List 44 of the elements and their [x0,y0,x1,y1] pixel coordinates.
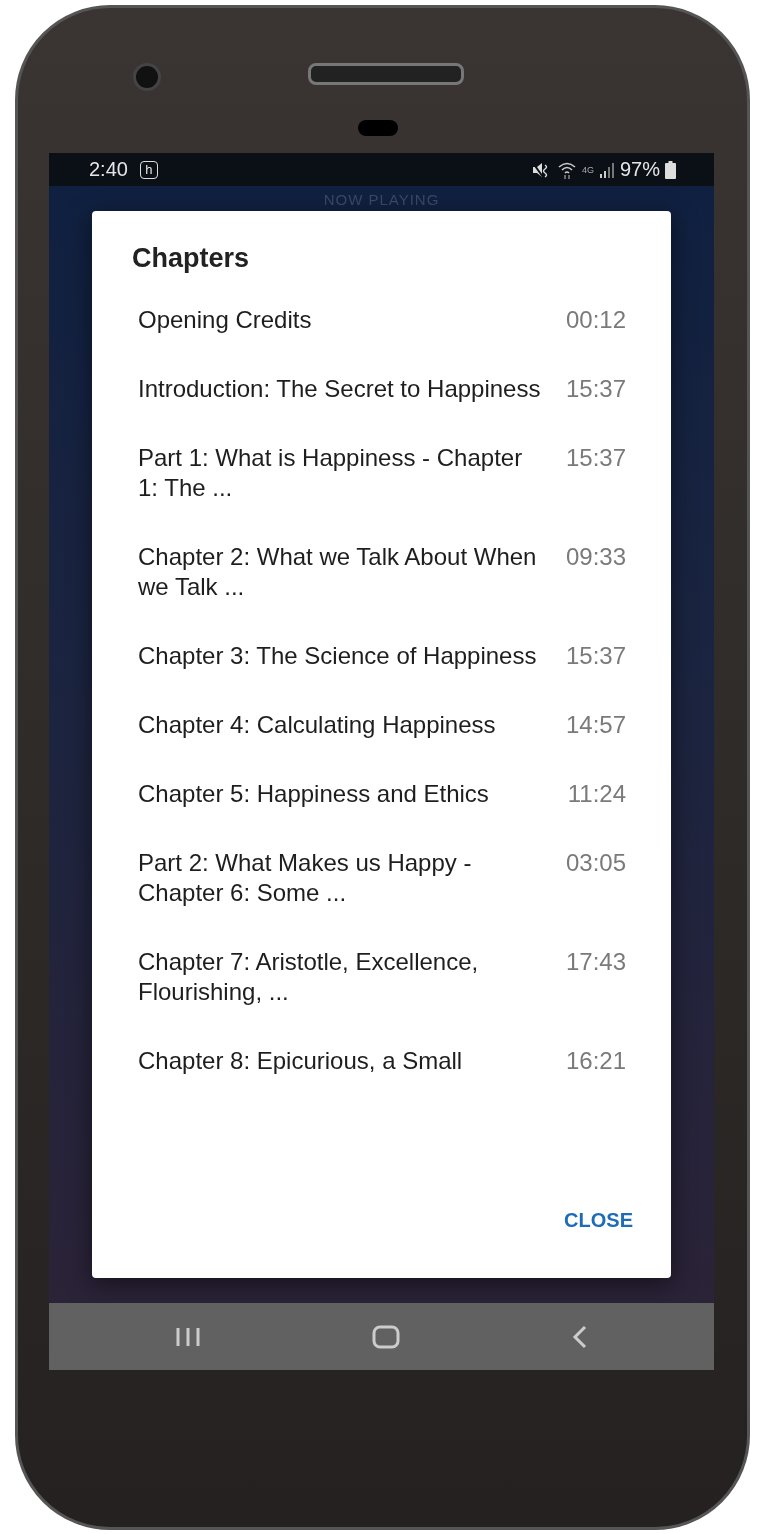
chapter-duration: 11:24 [567,779,626,809]
chapter-list-item[interactable]: Chapter 2: What we Talk About When we Talk ... 09:33 [138,542,626,641]
chapter-list-item[interactable]: Chapter 8: Epicurious, a Small 16:21 [138,1046,626,1115]
close-button[interactable]: CLOSE [564,1201,633,1240]
chapter-duration: 17:43 [565,947,626,977]
chapter-title: Chapter 4: Calculating Happiness [138,710,497,740]
chapter-list-item[interactable]: Chapter 4: Calculating Happiness 14:57 [138,710,626,779]
chapter-duration: 09:33 [565,542,626,572]
chapter-duration: 15:37 [565,641,626,671]
chapter-duration: 15:37 [565,374,626,404]
chapter-title: Chapter 8: Epicurious, a Small [138,1046,464,1076]
chapter-list-item[interactable]: Introduction: The Secret to Happiness 15:37 [138,374,626,443]
earpiece [358,120,398,136]
chapter-duration: 14:57 [565,710,626,740]
camera-icon [133,63,161,91]
recent-apps-button[interactable] [174,1325,201,1348]
network-type-label: 4G [581,164,594,175]
chapter-title: Chapter 7: Aristotle, Excellence, Flourishing, ... [138,947,480,1007]
chapter-title: Introduction: The Secret to Happiness [138,374,542,404]
chapter-list-item[interactable]: Part 1: What is Happiness - Chapter 1: The ... 15:37 [138,443,626,542]
chapter-duration: 00:12 [565,305,626,335]
chapter-list-item[interactable]: Chapter 5: Happiness and Ethics 11:24 [138,779,626,848]
battery-icon [665,160,676,179]
back-button[interactable] [570,1324,589,1349]
chapter-list-item[interactable]: Opening Credits 00:12 [138,305,626,374]
chapter-duration: 15:37 [565,443,626,473]
wifi-icon [556,160,577,179]
chapter-list-item[interactable]: Chapter 7: Aristotle, Excellence, Flourishing, ... 17:43 [138,947,626,1046]
dialog-title: Chapters [132,242,251,275]
chapter-duration: 03:05 [565,848,626,878]
chapter-duration: 16:21 [565,1046,626,1076]
chapter-title: Opening Credits [138,305,313,335]
chapter-title: Chapter 2: What we Talk About When we Talk ... [138,542,538,602]
chapter-title: Chapter 5: Happiness and Ethics [138,779,490,809]
chapter-list-item[interactable]: Part 2: What Makes us Happy - Chapter 6: Some ... 03:05 [138,848,626,947]
chapter-list-item[interactable]: Chapter 3: The Science of Happiness 15:37 [138,641,626,710]
clock-time: 2:40 [89,158,128,181]
chapter-title: Chapter 3: The Science of Happiness [138,641,538,671]
home-button[interactable] [371,1324,400,1349]
chapter-title: Part 2: What Makes us Happy - Chapter 6: Some ... [138,848,473,908]
signal-icon [598,161,615,178]
battery-percent: 97% [619,158,660,181]
chapter-title: Part 1: What is Happiness - Chapter 1: The ... [138,443,524,503]
notification-icon: h [139,160,158,179]
